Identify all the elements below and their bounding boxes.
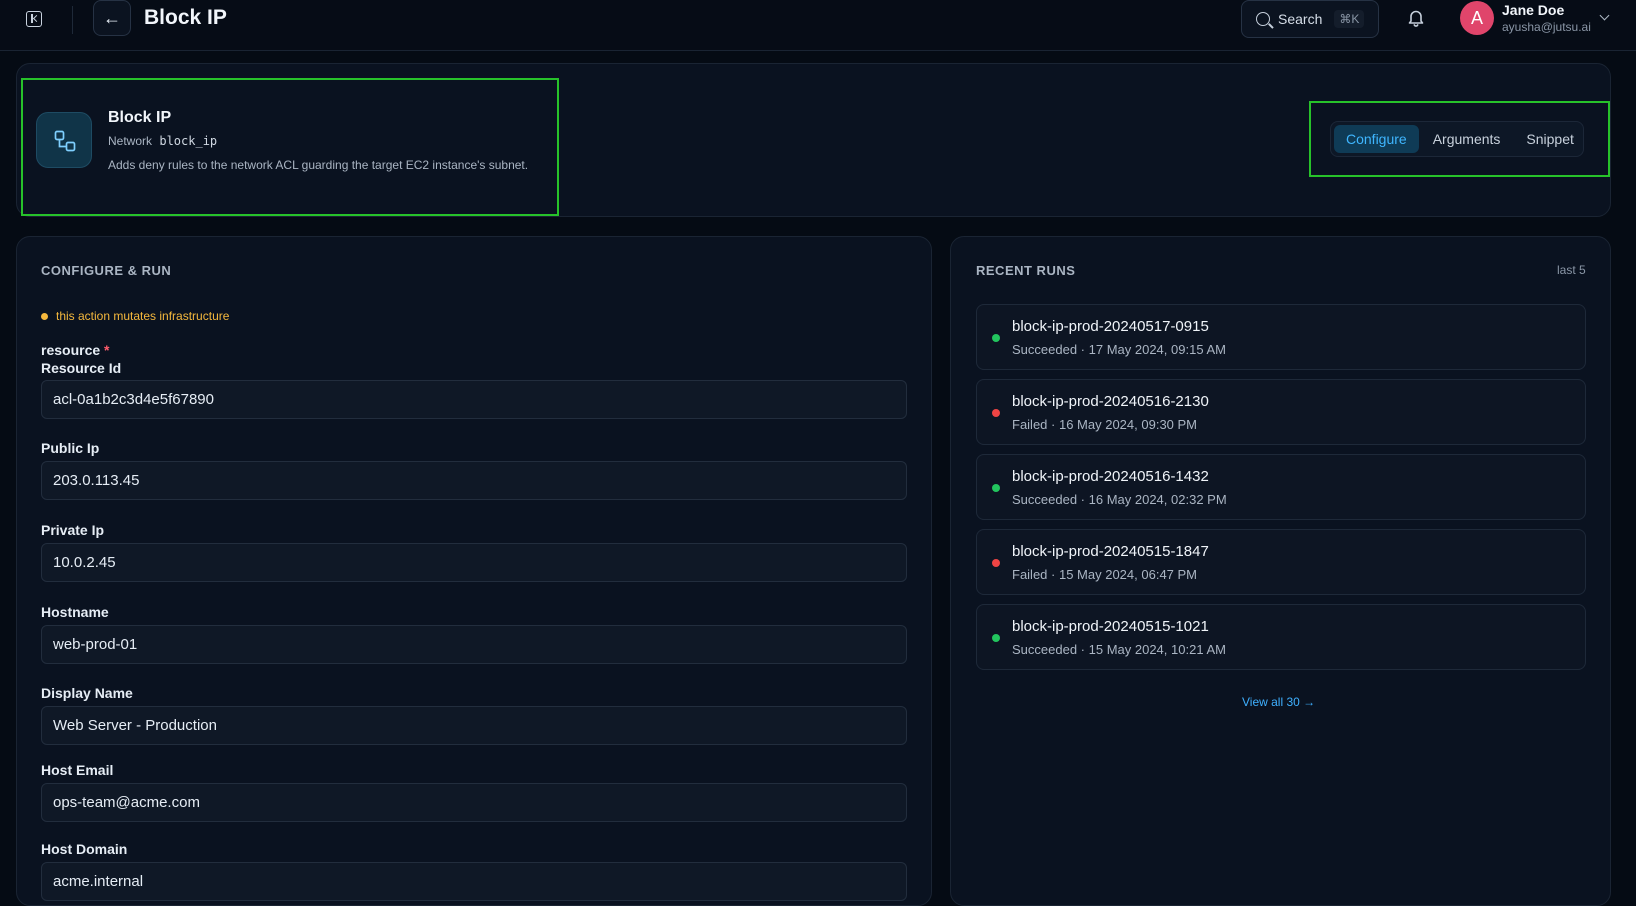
host-domain-label: Host Domain — [41, 841, 128, 857]
search-shortcut-hint: ⌘K — [1334, 10, 1365, 28]
resource-id-label: Resource Id — [41, 360, 122, 376]
run-meta: Failed · 15 May 2024, 06:47 PM — [1012, 567, 1198, 582]
run-name: block-ip-prod-20240515-1847 — [1012, 543, 1209, 560]
run-meta: Succeeded · 17 May 2024, 09:15 AM — [1012, 342, 1226, 357]
run-time: 17 May 2024, 09:15 AM — [1088, 342, 1226, 357]
page-title: Block IP — [144, 6, 227, 29]
run-item[interactable]: block-ip-prod-20240517-0915 Succeeded · … — [976, 304, 1586, 370]
action-category-label: Network — [108, 134, 153, 148]
hostname-input[interactable]: web-prod-01 — [41, 625, 907, 664]
configure-heading: CONFIGURE & RUN — [41, 263, 172, 278]
run-name: block-ip-prod-20240515-1021 — [1012, 618, 1209, 635]
search-label: Search — [1278, 11, 1323, 27]
search-icon — [1256, 12, 1270, 26]
run-name: block-ip-prod-20240517-0915 — [1012, 318, 1209, 335]
avatar[interactable]: A — [1460, 1, 1494, 35]
status-dot-icon — [992, 484, 1000, 492]
hostname-label: Hostname — [41, 604, 109, 620]
sidebar-toggle-icon[interactable] — [26, 11, 42, 27]
host-domain-input[interactable]: acme.internal — [41, 862, 907, 901]
arrow-right-icon: → — [1303, 695, 1316, 709]
host-email-label: Host Email — [41, 762, 114, 778]
public-ip-label: Public Ip — [41, 440, 100, 456]
tab-arguments[interactable]: Arguments — [1421, 125, 1513, 153]
warning-text: this action mutates infrastructure — [56, 309, 230, 323]
run-status: Succeeded — [1012, 492, 1078, 507]
status-dot-icon — [992, 634, 1000, 642]
display-name-input[interactable]: Web Server - Production — [41, 706, 907, 745]
tab-snippet[interactable]: Snippet — [1514, 125, 1585, 153]
user-email: ayusha@jutsu.ai — [1502, 20, 1591, 34]
warning-dot-icon — [41, 312, 48, 320]
view-tabs: Configure Arguments Snippet — [1330, 121, 1584, 157]
status-dot-icon — [992, 559, 1000, 567]
resource-id-input[interactable]: acl-0a1b2c3d4e5f67890 — [41, 380, 907, 419]
run-status: Failed — [1012, 417, 1048, 432]
action-category: Network block_ip — [108, 134, 217, 148]
action-info-highlight — [21, 78, 559, 216]
run-meta: Failed · 16 May 2024, 09:30 PM — [1012, 417, 1198, 432]
run-item[interactable]: block-ip-prod-20240515-1021 Succeeded · … — [976, 604, 1586, 670]
run-time: 16 May 2024, 02:32 PM — [1088, 492, 1227, 507]
back-button[interactable]: ← — [93, 0, 131, 36]
run-time: 15 May 2024, 06:47 PM — [1058, 567, 1198, 582]
action-title: Block IP — [108, 109, 172, 126]
mutation-warning: this action mutates infrastructure — [41, 309, 229, 323]
status-dot-icon — [992, 334, 1000, 342]
run-item[interactable]: block-ip-prod-20240516-2130 Failed · 16 … — [976, 379, 1586, 445]
host-email-input[interactable]: ops-team@acme.com — [41, 783, 907, 822]
run-status: Succeeded — [1012, 342, 1078, 357]
top-bar: ← Block IP Search ⌘K A Jane Doe ayusha@j… — [0, 0, 1636, 51]
resource-group-text: resource — [41, 342, 101, 358]
private-ip-input[interactable]: 10.0.2.45 — [41, 543, 907, 582]
required-marker: * — [104, 342, 110, 358]
tab-configure[interactable]: Configure — [1334, 125, 1419, 153]
run-status: Failed — [1012, 567, 1048, 582]
network-icon — [54, 130, 76, 152]
run-status: Succeeded — [1012, 642, 1078, 657]
arrow-left-icon: ← — [103, 7, 121, 28]
run-item[interactable]: block-ip-prod-20240515-1847 Failed · 15 … — [976, 529, 1586, 595]
view-all-label: View all 30 — [1242, 695, 1300, 709]
run-name: block-ip-prod-20240516-2130 — [1012, 393, 1209, 410]
run-item[interactable]: block-ip-prod-20240516-1432 Succeeded · … — [976, 454, 1586, 520]
view-all-runs-link[interactable]: View all 30 → — [1242, 695, 1315, 709]
status-dot-icon — [992, 409, 1000, 417]
private-ip-label: Private Ip — [41, 522, 105, 538]
user-name[interactable]: Jane Doe — [1502, 2, 1564, 18]
resource-group-label: resource * — [41, 342, 110, 358]
run-time: 15 May 2024, 10:21 AM — [1088, 642, 1226, 657]
recent-runs-heading: RECENT RUNS — [976, 263, 1076, 278]
search-button[interactable]: Search ⌘K — [1241, 0, 1379, 38]
action-description: Adds deny rules to the network ACL guard… — [108, 158, 529, 172]
chevron-down-icon[interactable] — [1599, 10, 1610, 21]
bell-icon[interactable] — [1408, 9, 1424, 27]
topbar-divider — [72, 6, 73, 34]
run-time: 16 May 2024, 09:30 PM — [1058, 417, 1198, 432]
run-meta: Succeeded · 16 May 2024, 02:32 PM — [1012, 492, 1227, 507]
action-slug: block_ip — [159, 134, 218, 148]
display-name-label: Display Name — [41, 685, 133, 701]
recent-runs-count: last 5 — [1557, 263, 1586, 277]
run-name: block-ip-prod-20240516-1432 — [1012, 468, 1209, 485]
public-ip-input[interactable]: 203.0.113.45 — [41, 461, 907, 500]
action-icon-tile — [36, 112, 92, 168]
run-meta: Succeeded · 15 May 2024, 10:21 AM — [1012, 642, 1226, 657]
